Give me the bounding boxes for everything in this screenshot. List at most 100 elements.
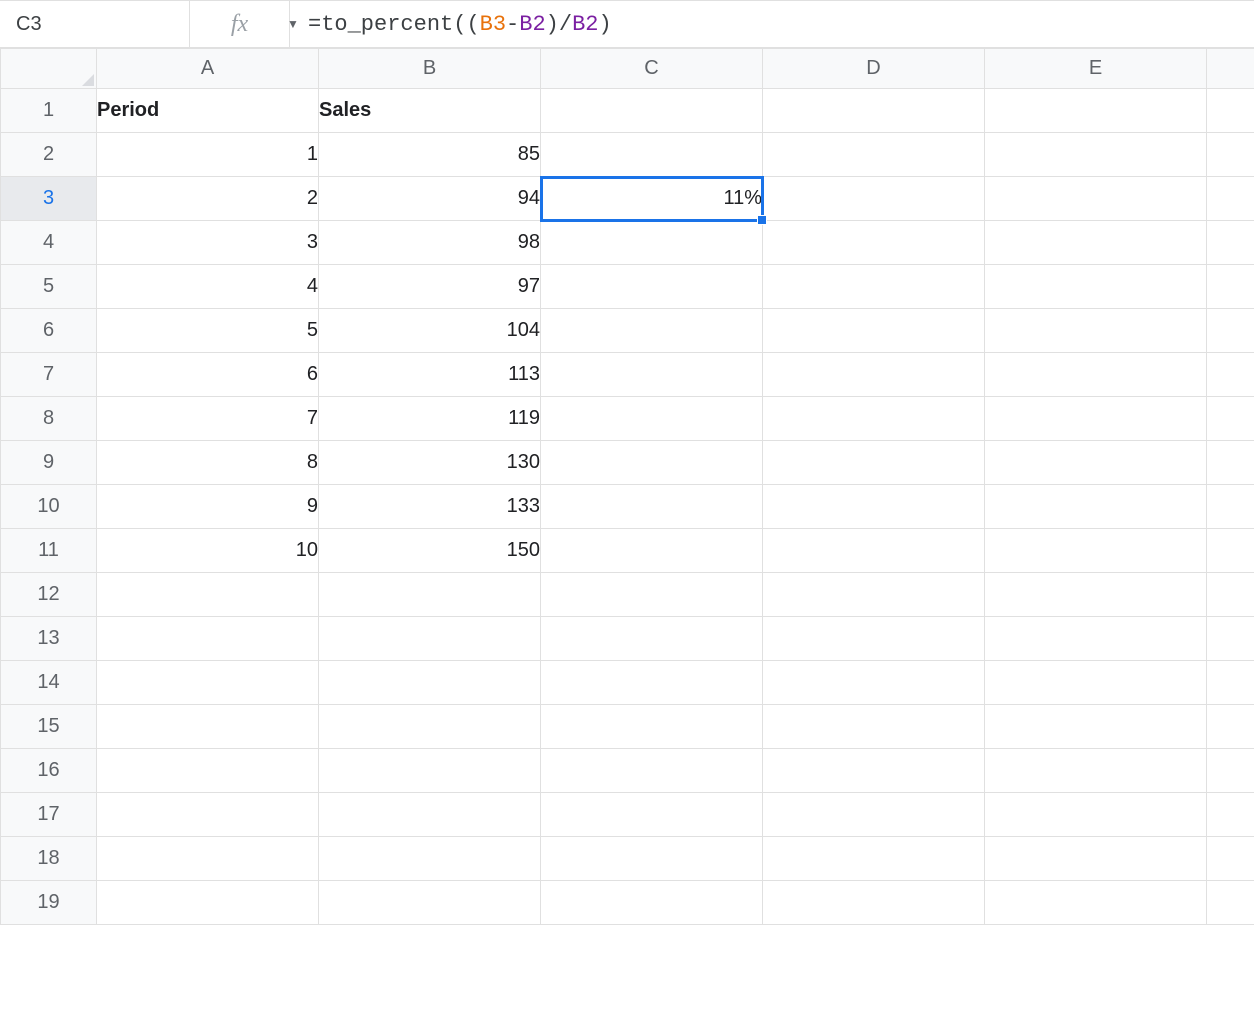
row-header[interactable]: 5 <box>1 265 97 309</box>
cell-E10[interactable] <box>985 485 1207 529</box>
cell-C7[interactable] <box>541 353 763 397</box>
cell-C10[interactable] <box>541 485 763 529</box>
cell-B4[interactable]: 98 <box>319 221 541 265</box>
cell-overflow[interactable] <box>1207 793 1254 837</box>
cell-overflow[interactable] <box>1207 881 1254 925</box>
col-header-B[interactable]: B <box>319 49 541 89</box>
cell-C13[interactable] <box>541 617 763 661</box>
cell-D13[interactable] <box>763 617 985 661</box>
col-header-A[interactable]: A <box>97 49 319 89</box>
cell-E14[interactable] <box>985 661 1207 705</box>
row-header[interactable]: 10 <box>1 485 97 529</box>
cell-A12[interactable] <box>97 573 319 617</box>
cell-C4[interactable] <box>541 221 763 265</box>
name-box[interactable] <box>14 12 283 37</box>
cell-overflow[interactable] <box>1207 309 1254 353</box>
cell-C17[interactable] <box>541 793 763 837</box>
cell-E7[interactable] <box>985 353 1207 397</box>
cell-C8[interactable] <box>541 397 763 441</box>
formula-input[interactable]: =to_percent((B3-B2)/B2) <box>290 1 1254 47</box>
cell-D10[interactable] <box>763 485 985 529</box>
cell-overflow[interactable] <box>1207 661 1254 705</box>
cell-A19[interactable] <box>97 881 319 925</box>
cell-B11[interactable]: 150 <box>319 529 541 573</box>
cell-A6[interactable]: 5 <box>97 309 319 353</box>
cell-A5[interactable]: 4 <box>97 265 319 309</box>
cell-D8[interactable] <box>763 397 985 441</box>
cell-E19[interactable] <box>985 881 1207 925</box>
cell-C6[interactable] <box>541 309 763 353</box>
cell-overflow[interactable] <box>1207 485 1254 529</box>
cell-D19[interactable] <box>763 881 985 925</box>
cell-D16[interactable] <box>763 749 985 793</box>
cell-D9[interactable] <box>763 441 985 485</box>
row-header[interactable]: 4 <box>1 221 97 265</box>
cell-E6[interactable] <box>985 309 1207 353</box>
cell-E4[interactable] <box>985 221 1207 265</box>
cell-D2[interactable] <box>763 133 985 177</box>
cell-B8[interactable]: 119 <box>319 397 541 441</box>
cell-C11[interactable] <box>541 529 763 573</box>
cell-C12[interactable] <box>541 573 763 617</box>
cell-overflow[interactable] <box>1207 529 1254 573</box>
cell-B5[interactable]: 97 <box>319 265 541 309</box>
row-header[interactable]: 8 <box>1 397 97 441</box>
cell-A14[interactable] <box>97 661 319 705</box>
cell-B18[interactable] <box>319 837 541 881</box>
col-header-overflow[interactable] <box>1207 49 1254 89</box>
cell-E16[interactable] <box>985 749 1207 793</box>
cell-overflow[interactable] <box>1207 749 1254 793</box>
row-header[interactable]: 12 <box>1 573 97 617</box>
cell-C5[interactable] <box>541 265 763 309</box>
cell-D17[interactable] <box>763 793 985 837</box>
cell-B6[interactable]: 104 <box>319 309 541 353</box>
cell-A1[interactable]: Period <box>97 89 319 133</box>
cell-A16[interactable] <box>97 749 319 793</box>
cell-E8[interactable] <box>985 397 1207 441</box>
cell-C3[interactable]: 11% <box>541 177 763 221</box>
row-header[interactable]: 18 <box>1 837 97 881</box>
cell-overflow[interactable] <box>1207 221 1254 265</box>
cell-B12[interactable] <box>319 573 541 617</box>
row-header[interactable]: 13 <box>1 617 97 661</box>
cell-D3[interactable] <box>763 177 985 221</box>
row-header[interactable]: 14 <box>1 661 97 705</box>
cell-D7[interactable] <box>763 353 985 397</box>
cell-A10[interactable]: 9 <box>97 485 319 529</box>
cell-D15[interactable] <box>763 705 985 749</box>
select-all-corner[interactable] <box>1 49 97 89</box>
cell-E11[interactable] <box>985 529 1207 573</box>
cell-overflow[interactable] <box>1207 265 1254 309</box>
cell-B3[interactable]: 94 <box>319 177 541 221</box>
cell-D6[interactable] <box>763 309 985 353</box>
cell-B14[interactable] <box>319 661 541 705</box>
cell-A3[interactable]: 2 <box>97 177 319 221</box>
row-header[interactable]: 17 <box>1 793 97 837</box>
cell-B15[interactable] <box>319 705 541 749</box>
col-header-C[interactable]: C <box>541 49 763 89</box>
cell-B2[interactable]: 85 <box>319 133 541 177</box>
cell-D12[interactable] <box>763 573 985 617</box>
cell-D11[interactable] <box>763 529 985 573</box>
cell-A17[interactable] <box>97 793 319 837</box>
cell-E9[interactable] <box>985 441 1207 485</box>
row-header[interactable]: 3 <box>1 177 97 221</box>
cell-overflow[interactable] <box>1207 837 1254 881</box>
row-header[interactable]: 16 <box>1 749 97 793</box>
cell-C16[interactable] <box>541 749 763 793</box>
cell-D18[interactable] <box>763 837 985 881</box>
cell-E18[interactable] <box>985 837 1207 881</box>
cell-C19[interactable] <box>541 881 763 925</box>
cell-D1[interactable] <box>763 89 985 133</box>
col-header-D[interactable]: D <box>763 49 985 89</box>
row-header[interactable]: 15 <box>1 705 97 749</box>
cell-overflow[interactable] <box>1207 617 1254 661</box>
cell-E1[interactable] <box>985 89 1207 133</box>
cell-A15[interactable] <box>97 705 319 749</box>
cell-B13[interactable] <box>319 617 541 661</box>
cell-B10[interactable]: 133 <box>319 485 541 529</box>
cell-A18[interactable] <box>97 837 319 881</box>
cell-A4[interactable]: 3 <box>97 221 319 265</box>
cell-E17[interactable] <box>985 793 1207 837</box>
cell-C15[interactable] <box>541 705 763 749</box>
